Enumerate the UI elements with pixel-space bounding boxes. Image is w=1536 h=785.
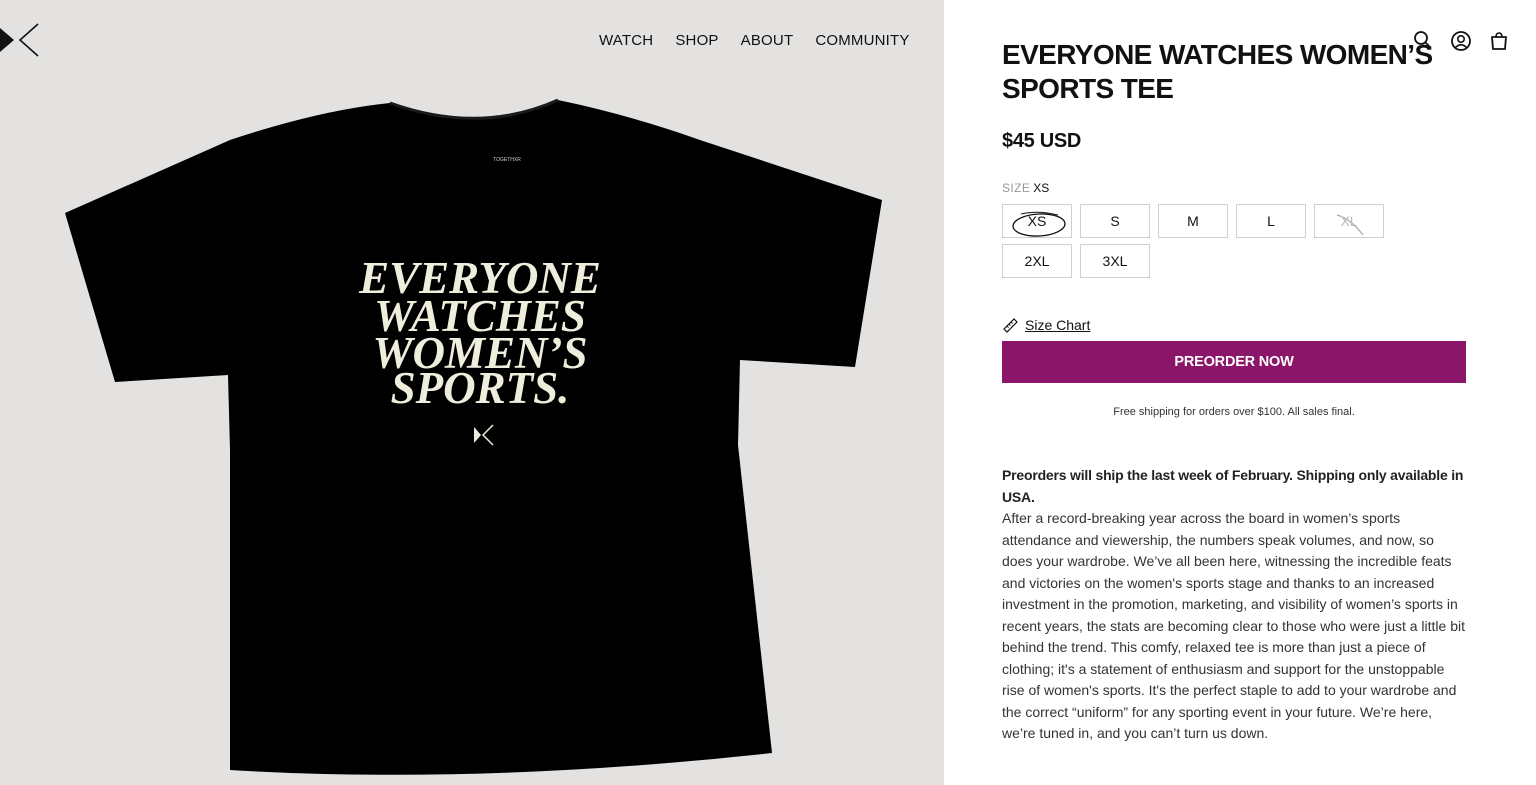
size-option-2xl[interactable]: 2XL bbox=[1002, 244, 1072, 278]
product-description: Preorders will ship the last week of Feb… bbox=[1002, 465, 1468, 745]
size-option-label: M bbox=[1187, 213, 1199, 229]
size-option-label: XL bbox=[1340, 213, 1358, 229]
description-lead: Preorders will ship the last week of Feb… bbox=[1002, 467, 1464, 505]
size-selection-label: SIZE XS bbox=[1002, 181, 1049, 195]
ruler-icon bbox=[1003, 318, 1018, 333]
size-chart-link[interactable]: Size Chart bbox=[1002, 316, 1090, 334]
nav-shop[interactable]: SHOP bbox=[675, 32, 718, 49]
size-label: SIZE bbox=[1002, 181, 1031, 195]
tshirt-image: TOGETHXR EVERYONE WATCHES WOMEN’S SPORTS… bbox=[65, 98, 882, 775]
size-option-3xl[interactable]: 3XL bbox=[1080, 244, 1150, 278]
brand-logo-icon[interactable] bbox=[0, 22, 40, 58]
size-option-s[interactable]: S bbox=[1080, 204, 1150, 238]
product-title: EVERYONE WATCHES WOMEN’S SPORTS TEE bbox=[1002, 39, 1433, 104]
selected-size-value: XS bbox=[1033, 181, 1050, 195]
size-option-label: S bbox=[1110, 213, 1120, 229]
product-info-panel: EVERYONE WATCHES WOMEN’S SPORTS TEE $45 … bbox=[944, 0, 1536, 785]
size-option-xs[interactable]: XS bbox=[1002, 204, 1072, 238]
size-option-l[interactable]: L bbox=[1236, 204, 1306, 238]
size-option-label: 3XL bbox=[1102, 253, 1128, 269]
nav-about[interactable]: ABOUT bbox=[741, 32, 794, 49]
preorder-button[interactable]: PREORDER NOW bbox=[1002, 341, 1466, 383]
shirt-print-line-4: SPORTS. bbox=[391, 363, 570, 413]
product-price: $45 USD bbox=[1002, 130, 1082, 152]
size-option-label: 2XL bbox=[1024, 253, 1050, 269]
main-nav: WATCH SHOP ABOUT COMMUNITY bbox=[599, 32, 910, 49]
product-image-panel: WATCH SHOP ABOUT COMMUNITY TOGETHXR EVER… bbox=[0, 0, 944, 785]
bag-icon[interactable] bbox=[1488, 30, 1510, 52]
neck-label: TOGETHXR bbox=[493, 157, 521, 163]
description-body: After a record-breaking year across the … bbox=[1002, 510, 1466, 741]
size-option-label: L bbox=[1267, 213, 1275, 229]
shipping-note: Free shipping for orders over $100. All … bbox=[1113, 406, 1355, 418]
nav-community[interactable]: COMMUNITY bbox=[815, 32, 909, 49]
size-option-label: XS bbox=[1027, 213, 1047, 229]
size-chart-label: Size Chart bbox=[1025, 317, 1091, 333]
tshirt-shape bbox=[65, 100, 882, 775]
size-option-xl[interactable]: XL bbox=[1314, 204, 1384, 238]
nav-watch[interactable]: WATCH bbox=[599, 32, 653, 49]
size-options: XS S M L XL 2XL 3XL bbox=[1002, 204, 1402, 278]
size-option-m[interactable]: M bbox=[1158, 204, 1228, 238]
account-icon[interactable] bbox=[1450, 30, 1472, 52]
